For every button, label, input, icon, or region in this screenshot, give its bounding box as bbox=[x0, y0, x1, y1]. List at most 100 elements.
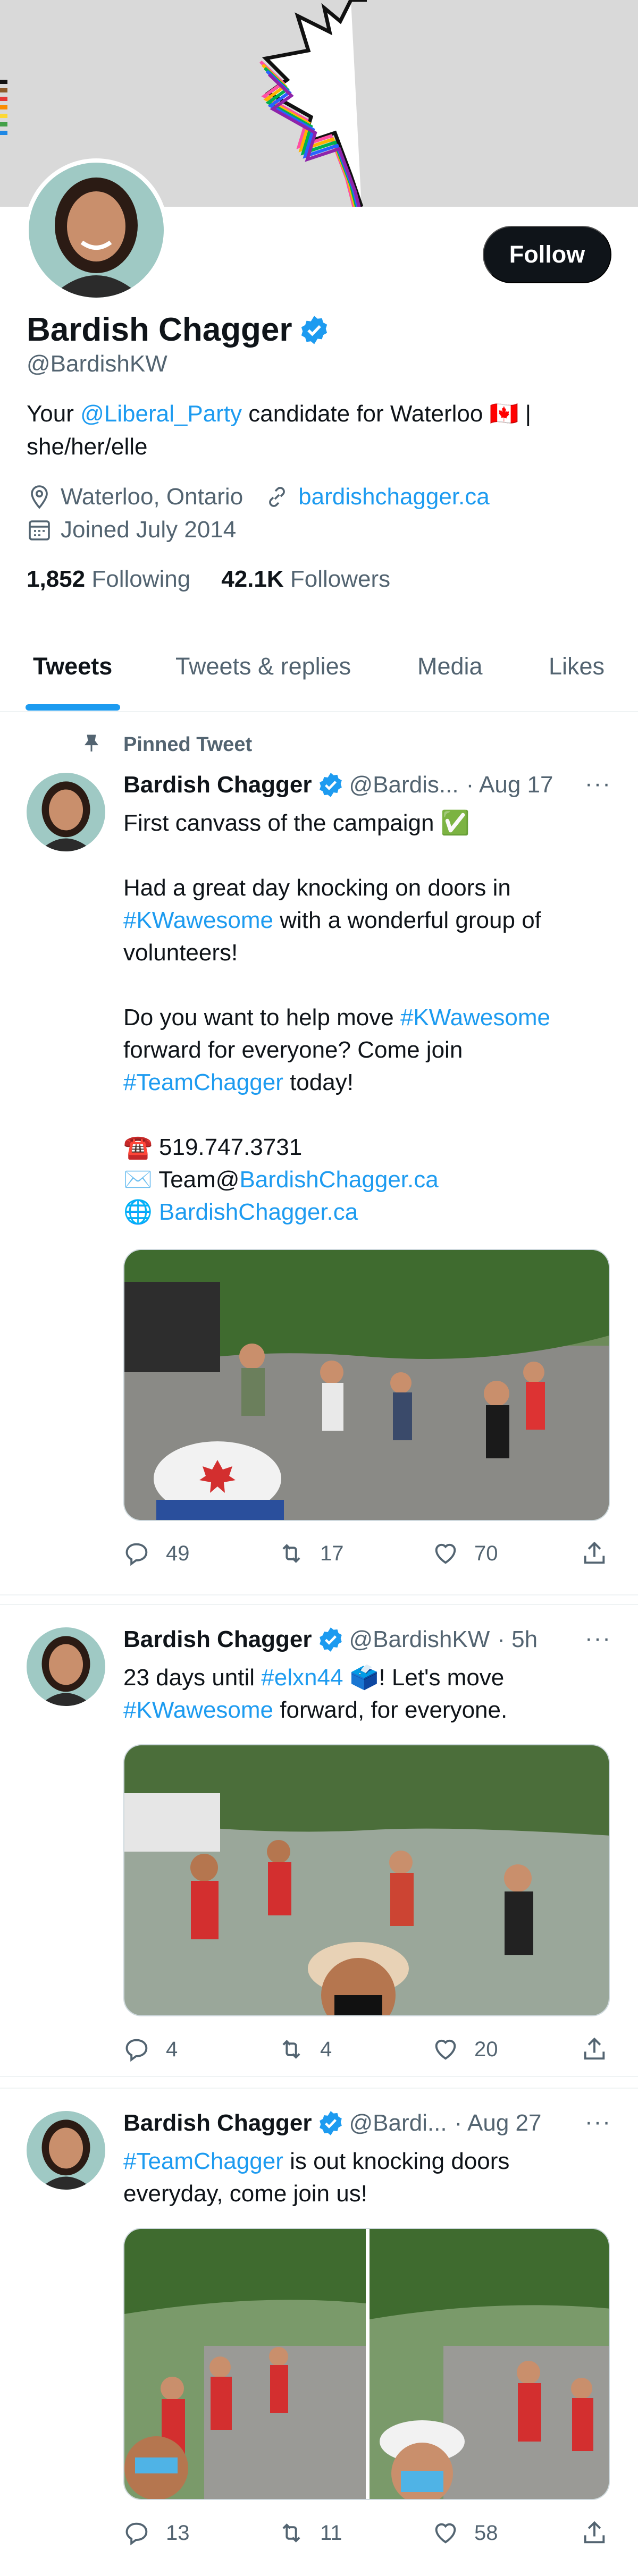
tweet-line-link[interactable]: 🌐 BardishChagger.ca bbox=[123, 1196, 607, 1228]
followers-label: Followers bbox=[290, 566, 391, 592]
tweet-text: First canvass of the campaign ✅ Had a gr… bbox=[123, 807, 607, 1228]
reply-button[interactable]: 13 bbox=[123, 2519, 190, 2547]
tweet-line: volunteers! bbox=[123, 940, 238, 966]
tweet-avatar[interactable] bbox=[27, 1627, 105, 1706]
profile-avatar[interactable] bbox=[24, 158, 168, 302]
more-icon[interactable]: ··· bbox=[585, 771, 611, 797]
followers-stat[interactable]: 42.1K Followers bbox=[221, 566, 390, 593]
hashtag-link[interactable]: BardishChagger.ca bbox=[159, 1199, 358, 1225]
hashtag-link[interactable]: #KWawesome bbox=[123, 1697, 273, 1723]
tweet-author-handle: @Bardis... bbox=[349, 772, 459, 798]
profile-joined-row: Joined July 2014 bbox=[27, 517, 236, 543]
reply-icon bbox=[125, 2039, 148, 2062]
tweet-line: 23 days until #elxn44 🗳️! Let's move bbox=[123, 1665, 505, 1691]
following-stat[interactable]: 1,852 Following bbox=[27, 566, 190, 593]
tweet-avatar[interactable] bbox=[27, 2111, 105, 2190]
like-icon bbox=[435, 2039, 456, 2060]
tab-likes[interactable]: Likes bbox=[549, 653, 605, 680]
tweet-photo-grid[interactable] bbox=[123, 2228, 610, 2500]
tweet-header: Bardish Chagger @Bardi... · Aug 27 bbox=[123, 2110, 541, 2136]
following-label: Following bbox=[91, 566, 191, 592]
tab-media[interactable]: Media bbox=[417, 653, 483, 680]
hashtag-link[interactable]: #elxn44 bbox=[261, 1665, 343, 1691]
hashtag-link[interactable]: #TeamChagger bbox=[123, 2148, 283, 2174]
tab-tweets[interactable]: Tweets bbox=[33, 653, 112, 680]
bio-mention-link[interactable]: @Liberal_Party bbox=[80, 401, 242, 427]
hashtag-link[interactable]: #KWawesome bbox=[400, 1004, 550, 1031]
tweet-line: everyday, come join us! bbox=[123, 2181, 367, 2207]
door-knocking-photos bbox=[124, 2229, 609, 2499]
tweet-line: Do you want to help move #KWawesome bbox=[123, 1004, 550, 1031]
bio-text: candidate for Waterloo 🇨🇦 | bbox=[242, 401, 532, 427]
profile-website-link[interactable]: bardishchagger.ca bbox=[298, 484, 490, 510]
following-count: 1,852 bbox=[27, 566, 86, 592]
retweet-button[interactable]: 11 bbox=[278, 2519, 342, 2547]
like-count: 70 bbox=[474, 1541, 498, 1565]
tweet-line: #TeamChagger today! bbox=[123, 1069, 354, 1095]
reply-button[interactable]: 4 bbox=[123, 2036, 178, 2063]
share-button[interactable] bbox=[581, 2519, 608, 2547]
profile-location: Waterloo, Ontario bbox=[61, 484, 244, 510]
retweet-count: 4 bbox=[320, 2037, 332, 2061]
tweet-text: #TeamChagger is out knocking doors every… bbox=[123, 2145, 607, 2210]
tweet[interactable]: Bardish Chagger @BardishKW · 5h ··· 23 d… bbox=[0, 1604, 638, 2077]
reply-count: 49 bbox=[166, 1541, 190, 1565]
share-icon bbox=[584, 2521, 605, 2544]
tweet-line: #TeamChagger is out knocking doors bbox=[123, 2148, 510, 2174]
more-icon[interactable]: ··· bbox=[585, 1625, 611, 1652]
tweet-photo[interactable] bbox=[123, 1249, 610, 1521]
active-tab-indicator bbox=[26, 704, 120, 711]
followers-count: 42.1K bbox=[221, 566, 284, 592]
follow-button[interactable]: Follow bbox=[483, 226, 611, 283]
tweet-actions: 49 17 70 bbox=[123, 1540, 610, 1572]
tweet[interactable]: Bardish Chagger @Bardi... · Aug 27 ··· #… bbox=[0, 2088, 638, 2576]
tweet-line: Had a great day knocking on doors in bbox=[123, 875, 511, 901]
avatar-portrait bbox=[27, 2111, 105, 2190]
tweet-timestamp[interactable]: · Aug 17 bbox=[466, 772, 553, 798]
tweet-line: forward for everyone? Come join bbox=[123, 1037, 463, 1063]
tweet-author-name[interactable]: Bardish Chagger bbox=[123, 772, 312, 798]
tweet-timestamp[interactable]: · Aug 27 bbox=[455, 2110, 542, 2136]
share-button[interactable] bbox=[581, 1540, 608, 1567]
like-button[interactable]: 20 bbox=[432, 2036, 498, 2063]
retweet-count: 17 bbox=[320, 1541, 344, 1565]
retweet-button[interactable]: 17 bbox=[278, 1540, 344, 1567]
location-icon bbox=[31, 485, 48, 509]
share-button[interactable] bbox=[581, 2036, 608, 2063]
verified-icon bbox=[319, 1627, 342, 1652]
tweet-pinned[interactable]: Pinned Tweet Bardish Chagger @Bardis... … bbox=[0, 713, 638, 1595]
profile-name: Bardish Chagger bbox=[27, 311, 292, 348]
profile-stats: 1,852 Following 42.1K Followers bbox=[27, 566, 390, 593]
pinned-label: Pinned Tweet bbox=[123, 733, 253, 756]
tweet-photo[interactable] bbox=[123, 1744, 610, 2016]
hashtag-link[interactable]: BardishChagger.ca bbox=[239, 1167, 438, 1193]
tweet-header: Bardish Chagger @Bardis... · Aug 17 bbox=[123, 772, 553, 798]
tweet-line: #KWawesome forward, for everyone. bbox=[123, 1697, 508, 1723]
tweet-author-handle: @Bardi... bbox=[349, 2110, 447, 2136]
hashtag-link[interactable]: #TeamChagger bbox=[123, 1069, 283, 1095]
reply-count: 4 bbox=[166, 2037, 178, 2061]
tab-tweets-and-replies[interactable]: Tweets & replies bbox=[175, 653, 351, 680]
pin-icon bbox=[85, 734, 98, 751]
volunteers-street-photo bbox=[124, 1745, 609, 2015]
share-icon bbox=[584, 1541, 605, 1564]
retweet-button[interactable]: 4 bbox=[278, 2036, 332, 2063]
tweet-timestamp[interactable]: · 5h bbox=[497, 1626, 538, 1653]
share-icon bbox=[584, 2037, 605, 2060]
reply-button[interactable]: 49 bbox=[123, 1540, 190, 1567]
like-count: 20 bbox=[474, 2037, 498, 2061]
tweet-author-name[interactable]: Bardish Chagger bbox=[123, 1626, 312, 1653]
reply-count: 13 bbox=[166, 2521, 190, 2545]
profile-name-row: Bardish Chagger bbox=[27, 311, 330, 349]
tweet-avatar[interactable] bbox=[27, 773, 105, 851]
bio-text: Your bbox=[27, 401, 81, 427]
more-icon[interactable]: ··· bbox=[585, 2109, 611, 2135]
tweet-author-handle: @BardishKW bbox=[349, 1626, 490, 1652]
like-button[interactable]: 70 bbox=[432, 1540, 498, 1567]
hashtag-link[interactable]: #KWawesome bbox=[123, 907, 273, 933]
calendar-icon bbox=[29, 520, 50, 540]
tweet-author-name[interactable]: Bardish Chagger bbox=[123, 2110, 312, 2136]
tweet-line: ☎️ 519.747.3731 bbox=[123, 1134, 303, 1160]
profile-joined-date: Joined July 2014 bbox=[61, 517, 237, 543]
like-button[interactable]: 58 bbox=[432, 2519, 498, 2547]
